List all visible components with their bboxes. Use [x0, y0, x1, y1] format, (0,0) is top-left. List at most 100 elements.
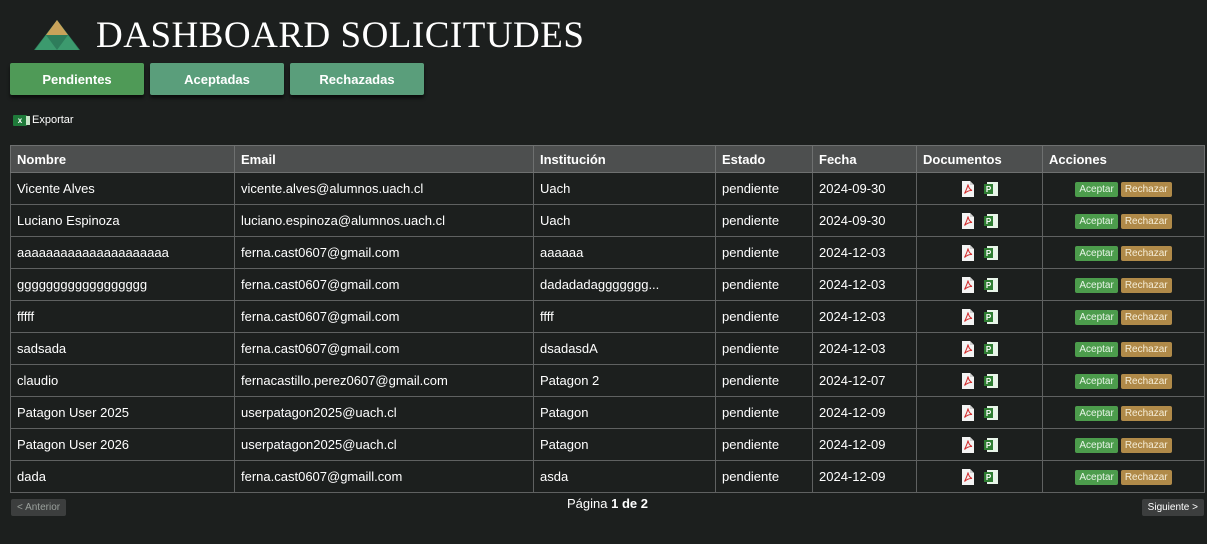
cell-estado: pendiente [715, 396, 813, 429]
pdf-icon[interactable] [961, 468, 974, 485]
project-file-icon[interactable]: P [983, 181, 998, 196]
pdf-icon[interactable] [961, 340, 974, 357]
cell-estado: pendiente [715, 300, 813, 333]
pdf-icon[interactable] [961, 180, 974, 197]
export-label: Exportar [32, 114, 74, 126]
pdf-icon[interactable] [961, 308, 974, 325]
reject-button[interactable]: Rechazar [1120, 214, 1172, 229]
cell-institucion: dadadadaggggggg... [533, 268, 716, 301]
cell-fecha: 2024-12-07 [812, 364, 917, 397]
accept-button[interactable]: Aceptar [1075, 214, 1118, 229]
cell-nombre: dada [10, 460, 235, 493]
cell-nombre: Patagon User 2025 [10, 396, 235, 429]
reject-button[interactable]: Rechazar [1120, 374, 1172, 389]
cell-nombre: sadsada [10, 332, 235, 365]
reject-button[interactable]: Rechazar [1120, 246, 1172, 261]
accept-button[interactable]: Aceptar [1075, 470, 1118, 485]
svg-text:P: P [985, 281, 991, 290]
reject-button[interactable]: Rechazar [1120, 342, 1172, 357]
project-file-icon[interactable]: P [983, 373, 998, 388]
cell-acciones: Aceptar Rechazar [1042, 428, 1205, 461]
tab-pendientes[interactable]: Pendientes [10, 63, 144, 95]
accept-button[interactable]: Aceptar [1075, 406, 1118, 421]
tab-aceptadas[interactable]: Aceptadas [150, 63, 284, 95]
project-file-icon[interactable]: P [983, 405, 998, 420]
reject-button[interactable]: Rechazar [1120, 182, 1172, 197]
cell-documentos: P [916, 332, 1043, 365]
accept-button[interactable]: Aceptar [1075, 182, 1118, 197]
column-header-fecha[interactable]: Fecha [812, 145, 917, 173]
accept-button[interactable]: Aceptar [1075, 246, 1118, 261]
reject-button[interactable]: Rechazar [1120, 278, 1172, 293]
cell-documentos: P [916, 268, 1043, 301]
cell-nombre: aaaaaaaaaaaaaaaaaaaaa [10, 236, 235, 269]
accept-button[interactable]: Aceptar [1075, 438, 1118, 453]
table-body: Vicente Alves vicente.alves@alumnos.uach.… [10, 172, 1205, 493]
previous-page-button[interactable]: < Anterior [11, 499, 67, 516]
cell-institucion: dsadasdA [533, 332, 716, 365]
column-header-institucion[interactable]: Institución [533, 145, 716, 173]
pdf-icon[interactable] [961, 244, 974, 261]
accept-button[interactable]: Aceptar [1075, 278, 1118, 293]
pdf-icon[interactable] [961, 212, 974, 229]
cell-fecha: 2024-09-30 [812, 204, 917, 237]
svg-text:P: P [985, 473, 991, 482]
project-file-icon[interactable]: P [983, 213, 998, 228]
cell-institucion: Patagon 2 [533, 364, 716, 397]
project-file-icon[interactable]: P [983, 245, 998, 260]
cell-estado: pendiente [715, 428, 813, 461]
cell-documentos: P [916, 460, 1043, 493]
reject-button[interactable]: Rechazar [1120, 406, 1172, 421]
cell-fecha: 2024-12-03 [812, 268, 917, 301]
svg-text:P: P [985, 377, 991, 386]
accept-button[interactable]: Aceptar [1075, 374, 1118, 389]
cell-documentos: P [916, 172, 1043, 205]
pdf-icon[interactable] [961, 404, 974, 421]
pdf-icon[interactable] [961, 372, 974, 389]
pdf-icon[interactable] [961, 276, 974, 293]
table-row: Vicente Alves vicente.alves@alumnos.uach.… [10, 172, 1205, 205]
reject-button[interactable]: Rechazar [1120, 470, 1172, 485]
pdf-icon[interactable] [961, 436, 974, 453]
cell-estado: pendiente [715, 204, 813, 237]
accept-button[interactable]: Aceptar [1075, 342, 1118, 357]
cell-fecha: 2024-09-30 [812, 172, 917, 205]
page-indicator: Página 1 de 2 [567, 496, 648, 511]
cell-estado: pendiente [715, 236, 813, 269]
reject-button[interactable]: Rechazar [1120, 310, 1172, 325]
project-file-icon[interactable]: P [983, 469, 998, 484]
cell-estado: pendiente [715, 332, 813, 365]
project-file-icon[interactable]: P [983, 437, 998, 452]
svg-text:P: P [985, 409, 991, 418]
tab-rechazadas[interactable]: Rechazadas [290, 63, 424, 95]
cell-acciones: Aceptar Rechazar [1042, 396, 1205, 429]
project-file-icon[interactable]: P [983, 341, 998, 356]
column-header-email[interactable]: Email [234, 145, 534, 173]
cell-estado: pendiente [715, 268, 813, 301]
cell-fecha: 2024-12-03 [812, 236, 917, 269]
project-file-icon[interactable]: P [983, 309, 998, 324]
column-header-estado[interactable]: Estado [715, 145, 813, 173]
requests-table: Nombre Email Institución Estado Fecha Do… [10, 145, 1205, 493]
cell-nombre: Patagon User 2026 [10, 428, 235, 461]
cell-nombre: fffff [10, 300, 235, 333]
next-page-button[interactable]: Siguiente > [1141, 499, 1204, 516]
svg-text:P: P [985, 345, 991, 354]
cell-estado: pendiente [715, 460, 813, 493]
cell-email: userpatagon2025@uach.cl [234, 396, 534, 429]
accept-button[interactable]: Aceptar [1075, 310, 1118, 325]
project-file-icon[interactable]: P [983, 277, 998, 292]
cell-acciones: Aceptar Rechazar [1042, 364, 1205, 397]
export-button[interactable]: x Exportar [13, 114, 74, 126]
cell-acciones: Aceptar Rechazar [1042, 332, 1205, 365]
table-row: Patagon User 2026 userpatagon2025@uach.cl… [10, 428, 1205, 461]
cell-acciones: Aceptar Rechazar [1042, 172, 1205, 205]
column-header-nombre[interactable]: Nombre [10, 145, 235, 173]
reject-button[interactable]: Rechazar [1120, 438, 1172, 453]
cell-fecha: 2024-12-09 [812, 428, 917, 461]
page-total: 2 [640, 496, 648, 511]
table-row: fffff ferna.cast0607@gmail.com ffff pendien… [10, 300, 1205, 333]
page-prefix: Página [567, 496, 608, 511]
table-row: Patagon User 2025 userpatagon2025@uach.cl… [10, 396, 1205, 429]
excel-icon: x [13, 114, 30, 126]
